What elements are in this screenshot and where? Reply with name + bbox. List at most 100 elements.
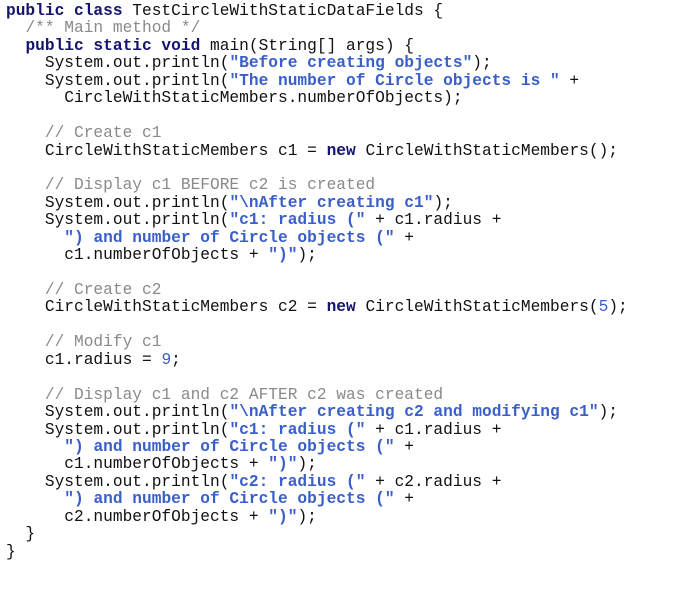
code-keyword: public class [6, 2, 123, 20]
code-string: ")" [268, 455, 298, 474]
code-string: "\nAfter creating c2 and modifying c1" [229, 403, 599, 422]
code-string: ") and number of Circle objects (" [64, 490, 395, 509]
code-line: c1.radius = 9; [6, 350, 628, 369]
code-line: System.out.println("c1: radius (" + c1.r… [6, 212, 628, 229]
code-text: CircleWithStaticMembers c2 = [6, 298, 327, 317]
code-text: ); [297, 455, 317, 474]
code-text: + [394, 228, 415, 247]
code-string: ")" [268, 507, 298, 526]
code-line: CircleWithStaticMembers c1 = new CircleW… [6, 141, 628, 160]
code-line: System.out.println("c1: radius (" + c1.r… [6, 420, 628, 439]
code-line: /** Main method */ [6, 20, 628, 37]
code-line: // Create c1 [6, 124, 628, 142]
code-line: // Modify c1 [6, 334, 628, 351]
code-text: + c1.radius + [365, 211, 502, 230]
code-text: ); [297, 246, 317, 265]
code-string: "c1: radius (" [229, 420, 366, 439]
code-string: ") and number of Circle objects (" [64, 437, 395, 456]
code-text: c1.radius = [6, 350, 162, 369]
code-text: System.out.println( [6, 403, 230, 422]
code-text: c1.numberOfObjects + [6, 246, 269, 265]
code-text: ); [472, 54, 492, 73]
code-line: } [6, 525, 628, 544]
code-line: // Display c1 and c2 AFTER c2 was create… [6, 385, 628, 404]
code-line: ") and number of Circle objects (" + [6, 491, 628, 508]
code-text: CircleWithStaticMembers( [355, 298, 599, 317]
code-line: CircleWithStaticMembers c2 = new CircleW… [6, 299, 628, 316]
code-text: System.out.println( [6, 211, 230, 230]
code-string: ") and number of Circle objects (" [64, 228, 395, 247]
code-line: c1.numberOfObjects + ")"); [6, 246, 628, 265]
code-text: c2.numberOfObjects + [6, 507, 269, 526]
code-text: ; [171, 350, 181, 369]
code-line: System.out.println("Before creating obje… [6, 55, 628, 72]
code-keyword: new [326, 141, 356, 160]
code-text: System.out.println( [6, 54, 230, 73]
code-text: + [394, 490, 415, 509]
code-comment: // Display c1 BEFORE c2 is created [44, 176, 376, 195]
code-text: ); [598, 403, 619, 422]
code-string: "The number of Circle objects is " [229, 71, 560, 90]
code-number: 5 [598, 298, 609, 317]
code-string: "\nAfter creating c1" [229, 193, 434, 212]
code-text: System.out.println( [6, 472, 230, 491]
code-comment: // Display c1 and c2 AFTER c2 was create… [44, 385, 444, 404]
code-comment: // Modify c1 [44, 333, 162, 352]
code-listing: public class TestCircleWithStaticDataFie… [6, 2, 628, 561]
code-text: System.out.println( [6, 71, 230, 90]
code-string: "c2: radius (" [229, 472, 366, 491]
code-keyword: public static void [25, 36, 201, 55]
code-line: System.out.println("The number of Circle… [6, 71, 628, 90]
code-text: + c2.radius + [365, 472, 502, 491]
code-number: 9 [161, 350, 172, 369]
code-line: System.out.println("c2: radius (" + c2.r… [6, 472, 628, 491]
code-text: + [559, 71, 580, 90]
code-text: System.out.println( [6, 420, 230, 439]
code-line: c1.numberOfObjects + ")"); [6, 456, 628, 473]
code-text: TestCircleWithStaticDataFields { [122, 2, 444, 20]
code-text: CircleWithStaticMembers.numberOfObjects)… [6, 89, 463, 108]
code-keyword: new [326, 298, 356, 317]
code-text: main(String[] args) { [200, 36, 415, 55]
code-string: "c1: radius (" [229, 211, 366, 230]
code-comment: // Create c2 [44, 281, 162, 299]
code-text: System.out.println( [6, 193, 230, 212]
code-text: ); [297, 507, 317, 526]
code-line: CircleWithStaticMembers.numberOfObjects)… [6, 89, 628, 108]
code-line: // Display c1 BEFORE c2 is created [6, 177, 628, 194]
code-text: c1.numberOfObjects + [6, 455, 269, 474]
code-text: + c1.radius + [365, 420, 502, 439]
code-string: "Before creating objects" [229, 54, 473, 73]
code-line: c2.numberOfObjects + ")"); [6, 507, 628, 526]
code-text: } [6, 542, 16, 561]
code-text: + [394, 437, 415, 456]
code-line: ") and number of Circle objects (" + [6, 437, 628, 456]
code-line: System.out.println("\nAfter creating c1"… [6, 193, 628, 212]
code-line: } [6, 542, 628, 561]
code-text: CircleWithStaticMembers(); [355, 141, 619, 160]
code-line: public static void main(String[] args) { [6, 36, 628, 55]
code-text: ); [433, 193, 453, 212]
code-comment: /** Main method */ [25, 19, 201, 38]
code-text: } [6, 525, 36, 544]
code-line: System.out.println("\nAfter creating c2 … [6, 403, 628, 422]
code-line: public class TestCircleWithStaticDataFie… [6, 2, 628, 20]
code-text: ); [608, 298, 628, 317]
code-text: CircleWithStaticMembers c1 = [6, 141, 327, 160]
code-line: ") and number of Circle objects (" + [6, 228, 628, 247]
